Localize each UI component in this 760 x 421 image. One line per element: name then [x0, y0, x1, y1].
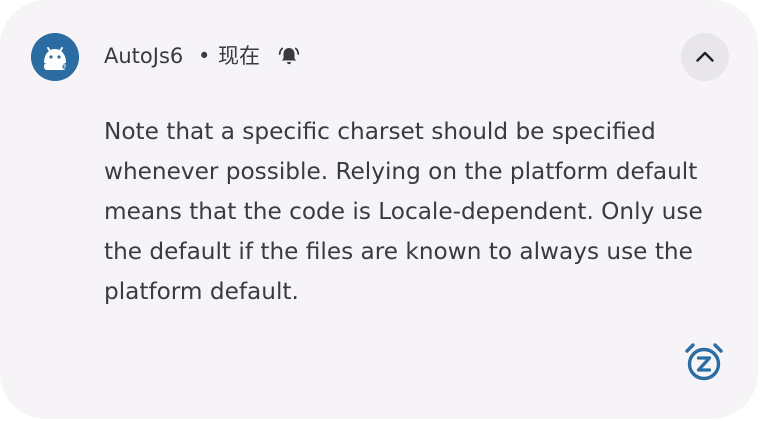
chevron-up-icon	[696, 51, 714, 62]
notification-message: Note that a specific charset should be s…	[104, 118, 703, 305]
snooze-button[interactable]	[682, 340, 726, 384]
autojs6-app-icon: 6	[31, 33, 79, 81]
app-name: AutoJs6	[104, 44, 184, 68]
snooze-alarm-icon	[685, 343, 723, 381]
header-separator: •	[198, 44, 211, 68]
notification-card[interactable]: 6 AutoJs6 • 现在 Note that a specific char…	[0, 0, 758, 419]
svg-text:6: 6	[62, 64, 66, 71]
expand-collapse-button[interactable]	[681, 33, 729, 81]
bell-alert-icon	[277, 44, 301, 68]
notification-time: 现在	[218, 44, 260, 68]
